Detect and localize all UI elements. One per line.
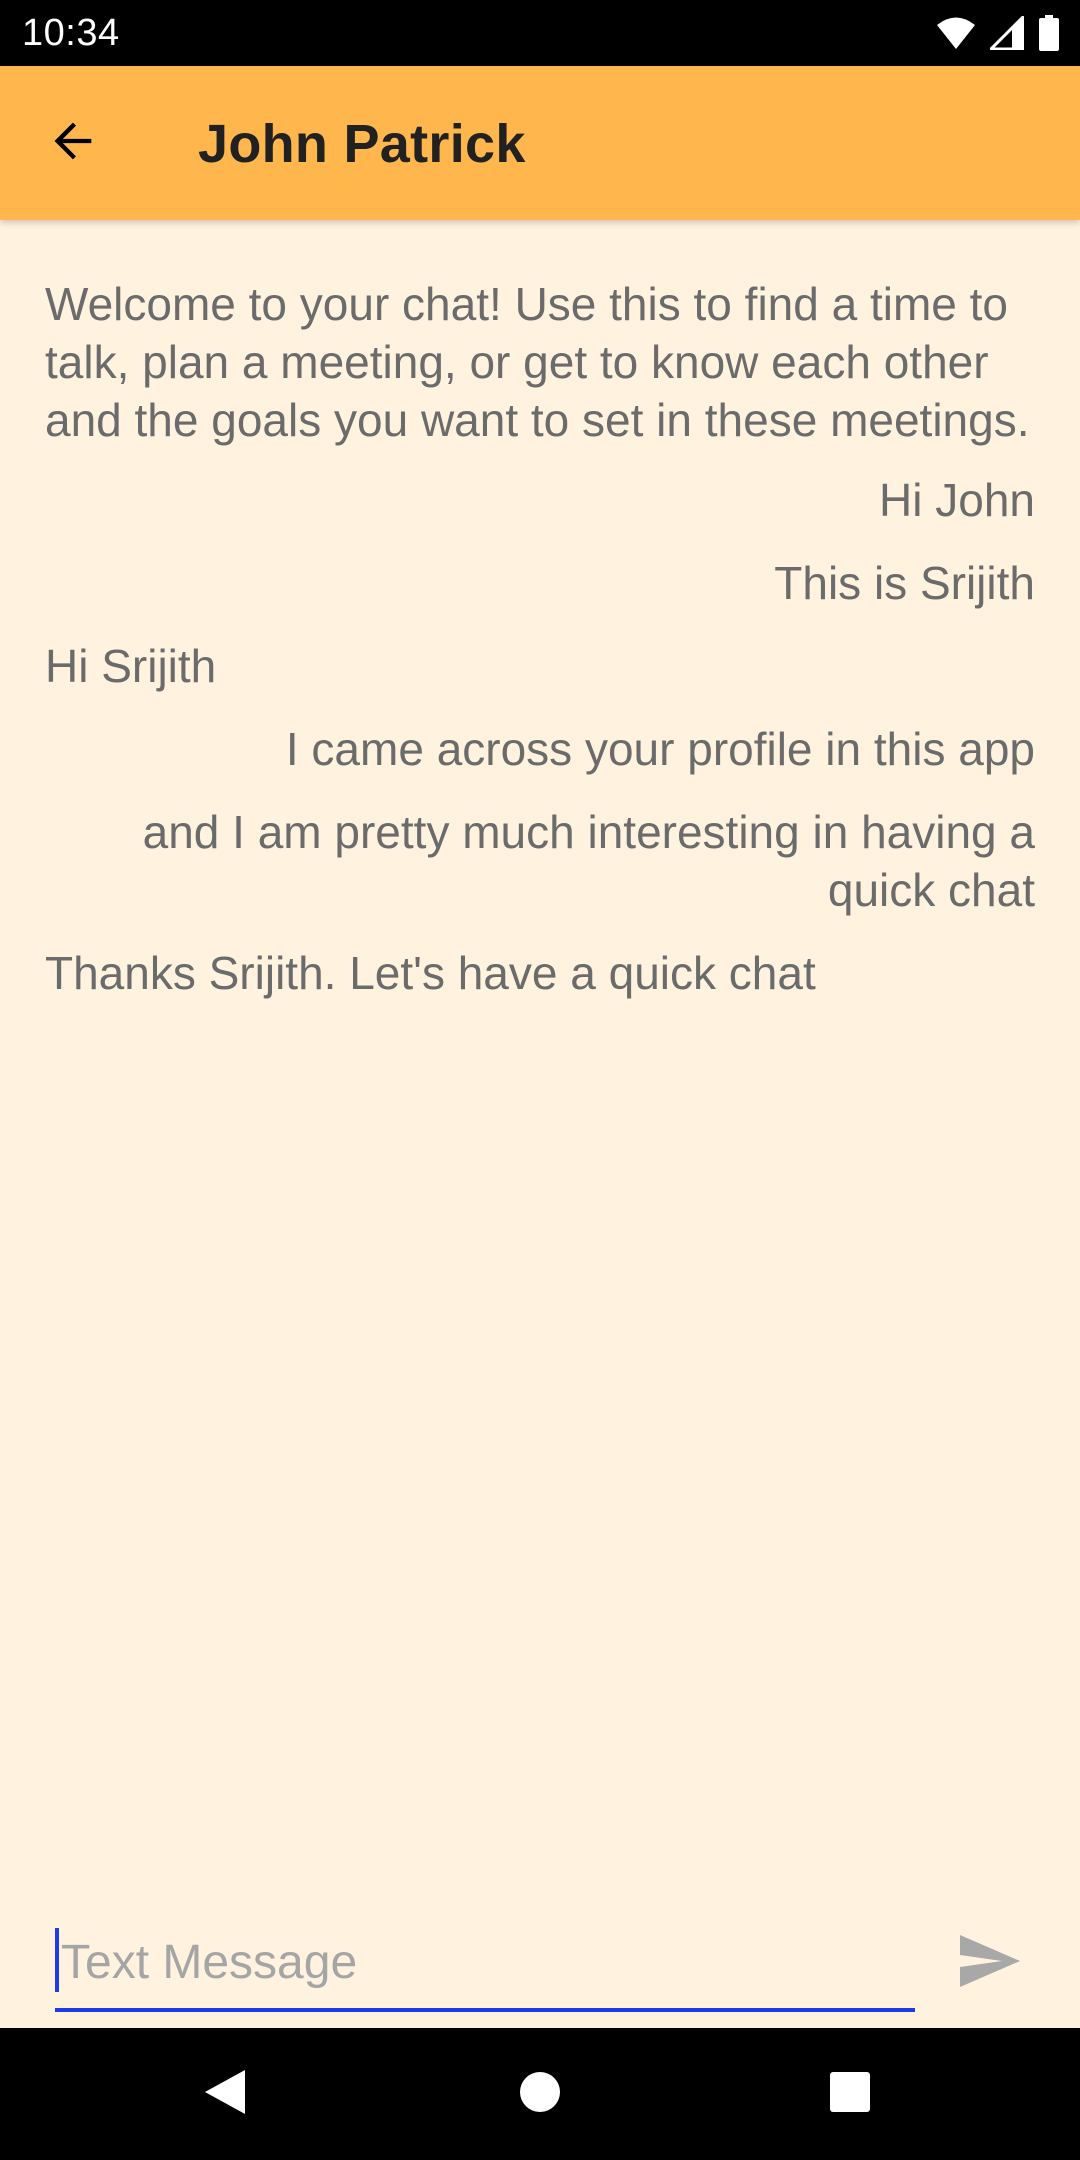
nav-recents-button[interactable]: [820, 2064, 880, 2124]
message-input-container: [55, 1920, 915, 2012]
signal-icon: [990, 16, 1024, 50]
back-button[interactable]: [30, 99, 118, 187]
text-cursor: [55, 1928, 59, 1992]
welcome-message: Welcome to your chat! Use this to find a…: [45, 278, 1030, 446]
chat-message-sent: and I am pretty much interesting in havi…: [142, 806, 1035, 916]
system-nav-bar: [0, 2028, 1080, 2160]
nav-back-icon: [203, 2068, 247, 2121]
status-icons: [936, 14, 1060, 52]
wifi-icon: [936, 16, 976, 50]
nav-home-button[interactable]: [510, 2064, 570, 2124]
nav-home-icon: [518, 2070, 562, 2119]
page-title: John Patrick: [198, 114, 526, 174]
send-button[interactable]: [955, 1930, 1025, 1996]
arrow-back-icon: [48, 115, 100, 172]
app-bar: John Patrick: [0, 66, 1080, 220]
status-bar: 10:34: [0, 0, 1080, 66]
battery-icon: [1038, 15, 1060, 51]
chat-message-sent: This is Srijith: [774, 557, 1035, 609]
message-input[interactable]: [61, 1924, 901, 2000]
chat-thread: Welcome to your chat! Use this to find a…: [45, 275, 1035, 1027]
status-time: 10:34: [22, 12, 120, 54]
chat-message-sent: I came across your profile in this app: [285, 723, 1035, 775]
nav-recents-icon: [828, 2070, 872, 2119]
send-icon: [958, 1933, 1022, 1994]
chat-message-sent: Hi John: [879, 474, 1035, 526]
chat-message-received: Thanks Srijith. Let's have a quick chat: [45, 947, 816, 999]
chat-message-received: Hi Srijith: [45, 640, 217, 692]
nav-back-button[interactable]: [195, 2064, 255, 2124]
